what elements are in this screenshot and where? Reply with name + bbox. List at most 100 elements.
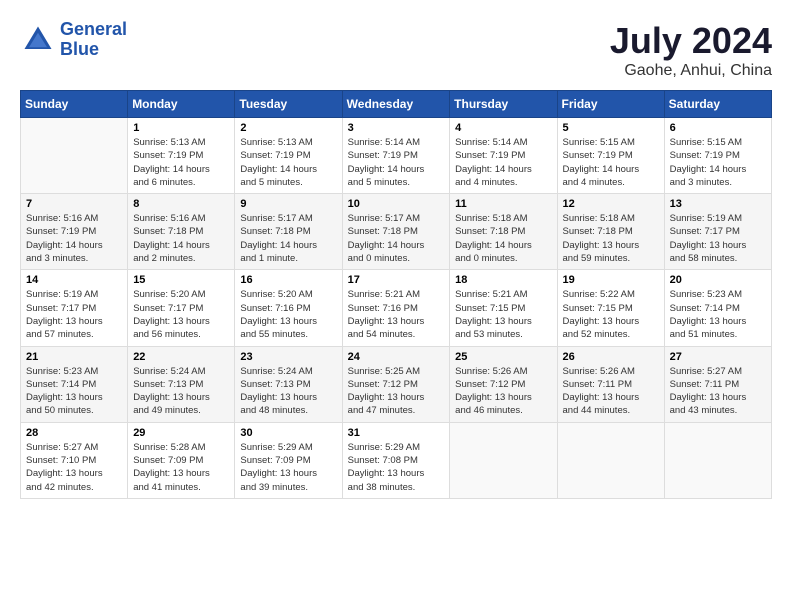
- day-number: 2: [240, 122, 336, 134]
- day-info: Sunrise: 5:27 AMSunset: 7:11 PMDaylight:…: [670, 365, 766, 418]
- day-info: Sunrise: 5:25 AMSunset: 7:12 PMDaylight:…: [348, 365, 445, 418]
- day-info: Sunrise: 5:27 AMSunset: 7:10 PMDaylight:…: [26, 441, 122, 494]
- calendar-day-cell: 10Sunrise: 5:17 AMSunset: 7:18 PMDayligh…: [342, 194, 450, 270]
- day-info: Sunrise: 5:19 AMSunset: 7:17 PMDaylight:…: [26, 288, 122, 341]
- calendar-day-cell: 14 Sunrise: 5:19 AMSunset: 7:17 PMDayligh…: [21, 270, 128, 346]
- location-subtitle: Gaohe, Anhui, China: [610, 62, 772, 80]
- day-number: 30: [240, 427, 336, 439]
- day-number: 4: [455, 122, 551, 134]
- day-number: 19: [563, 274, 659, 286]
- logo: General Blue: [20, 20, 127, 60]
- day-of-week-header: Monday: [128, 91, 235, 118]
- day-number: 11: [455, 198, 551, 210]
- day-number: 14: [26, 274, 122, 286]
- day-info: Sunrise: 5:19 AMSunset: 7:17 PMDaylight:…: [670, 212, 766, 265]
- calendar-day-cell: 16 Sunrise: 5:20 AMSunset: 7:16 PMDayligh…: [235, 270, 342, 346]
- day-number: 31: [348, 427, 445, 439]
- day-number: 9: [240, 198, 336, 210]
- day-info: Sunrise: 5:18 AMSunset: 7:18 PMDaylight:…: [455, 212, 551, 265]
- calendar-day-cell: 15 Sunrise: 5:20 AMSunset: 7:17 PMDayligh…: [128, 270, 235, 346]
- calendar-day-cell: 12Sunrise: 5:18 AMSunset: 7:18 PMDayligh…: [557, 194, 664, 270]
- day-number: 20: [670, 274, 766, 286]
- calendar-day-cell: 11 Sunrise: 5:18 AMSunset: 7:18 PMDayligh…: [450, 194, 557, 270]
- day-info: Sunrise: 5:21 AMSunset: 7:15 PMDaylight:…: [455, 288, 551, 341]
- day-number: 16: [240, 274, 336, 286]
- calendar-day-cell: 8 Sunrise: 5:16 AMSunset: 7:18 PMDaylight…: [128, 194, 235, 270]
- calendar-day-cell: 19 Sunrise: 5:22 AMSunset: 7:15 PMDayligh…: [557, 270, 664, 346]
- calendar-day-cell: 9 Sunrise: 5:17 AMSunset: 7:18 PMDaylight…: [235, 194, 342, 270]
- calendar-day-cell: 29 Sunrise: 5:28 AMSunset: 7:09 PMDayligh…: [128, 422, 235, 498]
- day-info: Sunrise: 5:23 AMSunset: 7:14 PMDaylight:…: [670, 288, 766, 341]
- calendar-day-cell: [664, 422, 771, 498]
- header-row: SundayMondayTuesdayWednesdayThursdayFrid…: [21, 91, 772, 118]
- day-info: Sunrise: 5:22 AMSunset: 7:15 PMDaylight:…: [563, 288, 659, 341]
- day-info: Sunrise: 5:16 AMSunset: 7:18 PMDaylight:…: [133, 212, 229, 265]
- calendar-day-cell: 2 Sunrise: 5:13 AMSunset: 7:19 PMDaylight…: [235, 118, 342, 194]
- day-number: 15: [133, 274, 229, 286]
- calendar-day-cell: 28 Sunrise: 5:27 AMSunset: 7:10 PMDayligh…: [21, 422, 128, 498]
- day-number: 29: [133, 427, 229, 439]
- calendar-day-cell: 1Sunrise: 5:13 AMSunset: 7:19 PMDaylight…: [128, 118, 235, 194]
- day-info: Sunrise: 5:13 AMSunset: 7:19 PMDaylight:…: [240, 136, 336, 189]
- calendar-day-cell: 30 Sunrise: 5:29 AMSunset: 7:09 PMDayligh…: [235, 422, 342, 498]
- day-number: 3: [348, 122, 445, 134]
- calendar-day-cell: 25 Sunrise: 5:26 AMSunset: 7:12 PMDayligh…: [450, 346, 557, 422]
- calendar-day-cell: 31 Sunrise: 5:29 AMSunset: 7:08 PMDayligh…: [342, 422, 450, 498]
- day-number: 8: [133, 198, 229, 210]
- day-number: 7: [26, 198, 122, 210]
- day-of-week-header: Friday: [557, 91, 664, 118]
- calendar-day-cell: [21, 118, 128, 194]
- calendar-day-cell: 22Sunrise: 5:24 AMSunset: 7:13 PMDayligh…: [128, 346, 235, 422]
- day-info: Sunrise: 5:24 AMSunset: 7:13 PMDaylight:…: [240, 365, 336, 418]
- day-of-week-header: Sunday: [21, 91, 128, 118]
- day-info: Sunrise: 5:29 AMSunset: 7:08 PMDaylight:…: [348, 441, 445, 494]
- day-of-week-header: Thursday: [450, 91, 557, 118]
- day-info: Sunrise: 5:26 AMSunset: 7:12 PMDaylight:…: [455, 365, 551, 418]
- day-info: Sunrise: 5:29 AMSunset: 7:09 PMDaylight:…: [240, 441, 336, 494]
- day-info: Sunrise: 5:14 AMSunset: 7:19 PMDaylight:…: [455, 136, 551, 189]
- day-number: 23: [240, 351, 336, 363]
- day-number: 10: [348, 198, 445, 210]
- calendar-body: 1Sunrise: 5:13 AMSunset: 7:19 PMDaylight…: [21, 118, 772, 499]
- calendar-day-cell: 5 Sunrise: 5:15 AMSunset: 7:19 PMDaylight…: [557, 118, 664, 194]
- calendar-day-cell: 24Sunrise: 5:25 AMSunset: 7:12 PMDayligh…: [342, 346, 450, 422]
- day-info: Sunrise: 5:16 AMSunset: 7:19 PMDaylight:…: [26, 212, 122, 265]
- day-info: Sunrise: 5:18 AMSunset: 7:18 PMDaylight:…: [563, 212, 659, 265]
- day-info: Sunrise: 5:17 AMSunset: 7:18 PMDaylight:…: [240, 212, 336, 265]
- day-number: 21: [26, 351, 122, 363]
- calendar-header: SundayMondayTuesdayWednesdayThursdayFrid…: [21, 91, 772, 118]
- page-header: General Blue July 2024 Gaohe, Anhui, Chi…: [20, 20, 772, 80]
- calendar-week-row: 28 Sunrise: 5:27 AMSunset: 7:10 PMDayligh…: [21, 422, 772, 498]
- day-number: 5: [563, 122, 659, 134]
- calendar-day-cell: 18 Sunrise: 5:21 AMSunset: 7:15 PMDayligh…: [450, 270, 557, 346]
- calendar-table: SundayMondayTuesdayWednesdayThursdayFrid…: [20, 90, 772, 499]
- calendar-day-cell: [557, 422, 664, 498]
- logo-icon: [20, 22, 56, 58]
- day-info: Sunrise: 5:13 AMSunset: 7:19 PMDaylight:…: [133, 136, 229, 189]
- day-info: Sunrise: 5:20 AMSunset: 7:16 PMDaylight:…: [240, 288, 336, 341]
- calendar-week-row: 14 Sunrise: 5:19 AMSunset: 7:17 PMDayligh…: [21, 270, 772, 346]
- day-info: Sunrise: 5:23 AMSunset: 7:14 PMDaylight:…: [26, 365, 122, 418]
- day-info: Sunrise: 5:21 AMSunset: 7:16 PMDaylight:…: [348, 288, 445, 341]
- day-number: 18: [455, 274, 551, 286]
- calendar-day-cell: 21 Sunrise: 5:23 AMSunset: 7:14 PMDayligh…: [21, 346, 128, 422]
- day-of-week-header: Saturday: [664, 91, 771, 118]
- calendar-day-cell: 3 Sunrise: 5:14 AMSunset: 7:19 PMDaylight…: [342, 118, 450, 194]
- day-info: Sunrise: 5:20 AMSunset: 7:17 PMDaylight:…: [133, 288, 229, 341]
- main-title: July 2024: [610, 20, 772, 62]
- calendar-week-row: 1Sunrise: 5:13 AMSunset: 7:19 PMDaylight…: [21, 118, 772, 194]
- day-number: 28: [26, 427, 122, 439]
- day-info: Sunrise: 5:28 AMSunset: 7:09 PMDaylight:…: [133, 441, 229, 494]
- calendar-day-cell: 26Sunrise: 5:26 AMSunset: 7:11 PMDayligh…: [557, 346, 664, 422]
- day-number: 6: [670, 122, 766, 134]
- calendar-day-cell: 4 Sunrise: 5:14 AMSunset: 7:19 PMDaylight…: [450, 118, 557, 194]
- day-info: Sunrise: 5:15 AMSunset: 7:19 PMDaylight:…: [563, 136, 659, 189]
- calendar-day-cell: 23 Sunrise: 5:24 AMSunset: 7:13 PMDayligh…: [235, 346, 342, 422]
- day-number: 25: [455, 351, 551, 363]
- day-of-week-header: Wednesday: [342, 91, 450, 118]
- day-of-week-header: Tuesday: [235, 91, 342, 118]
- day-number: 17: [348, 274, 445, 286]
- day-number: 13: [670, 198, 766, 210]
- day-info: Sunrise: 5:14 AMSunset: 7:19 PMDaylight:…: [348, 136, 445, 189]
- day-number: 26: [563, 351, 659, 363]
